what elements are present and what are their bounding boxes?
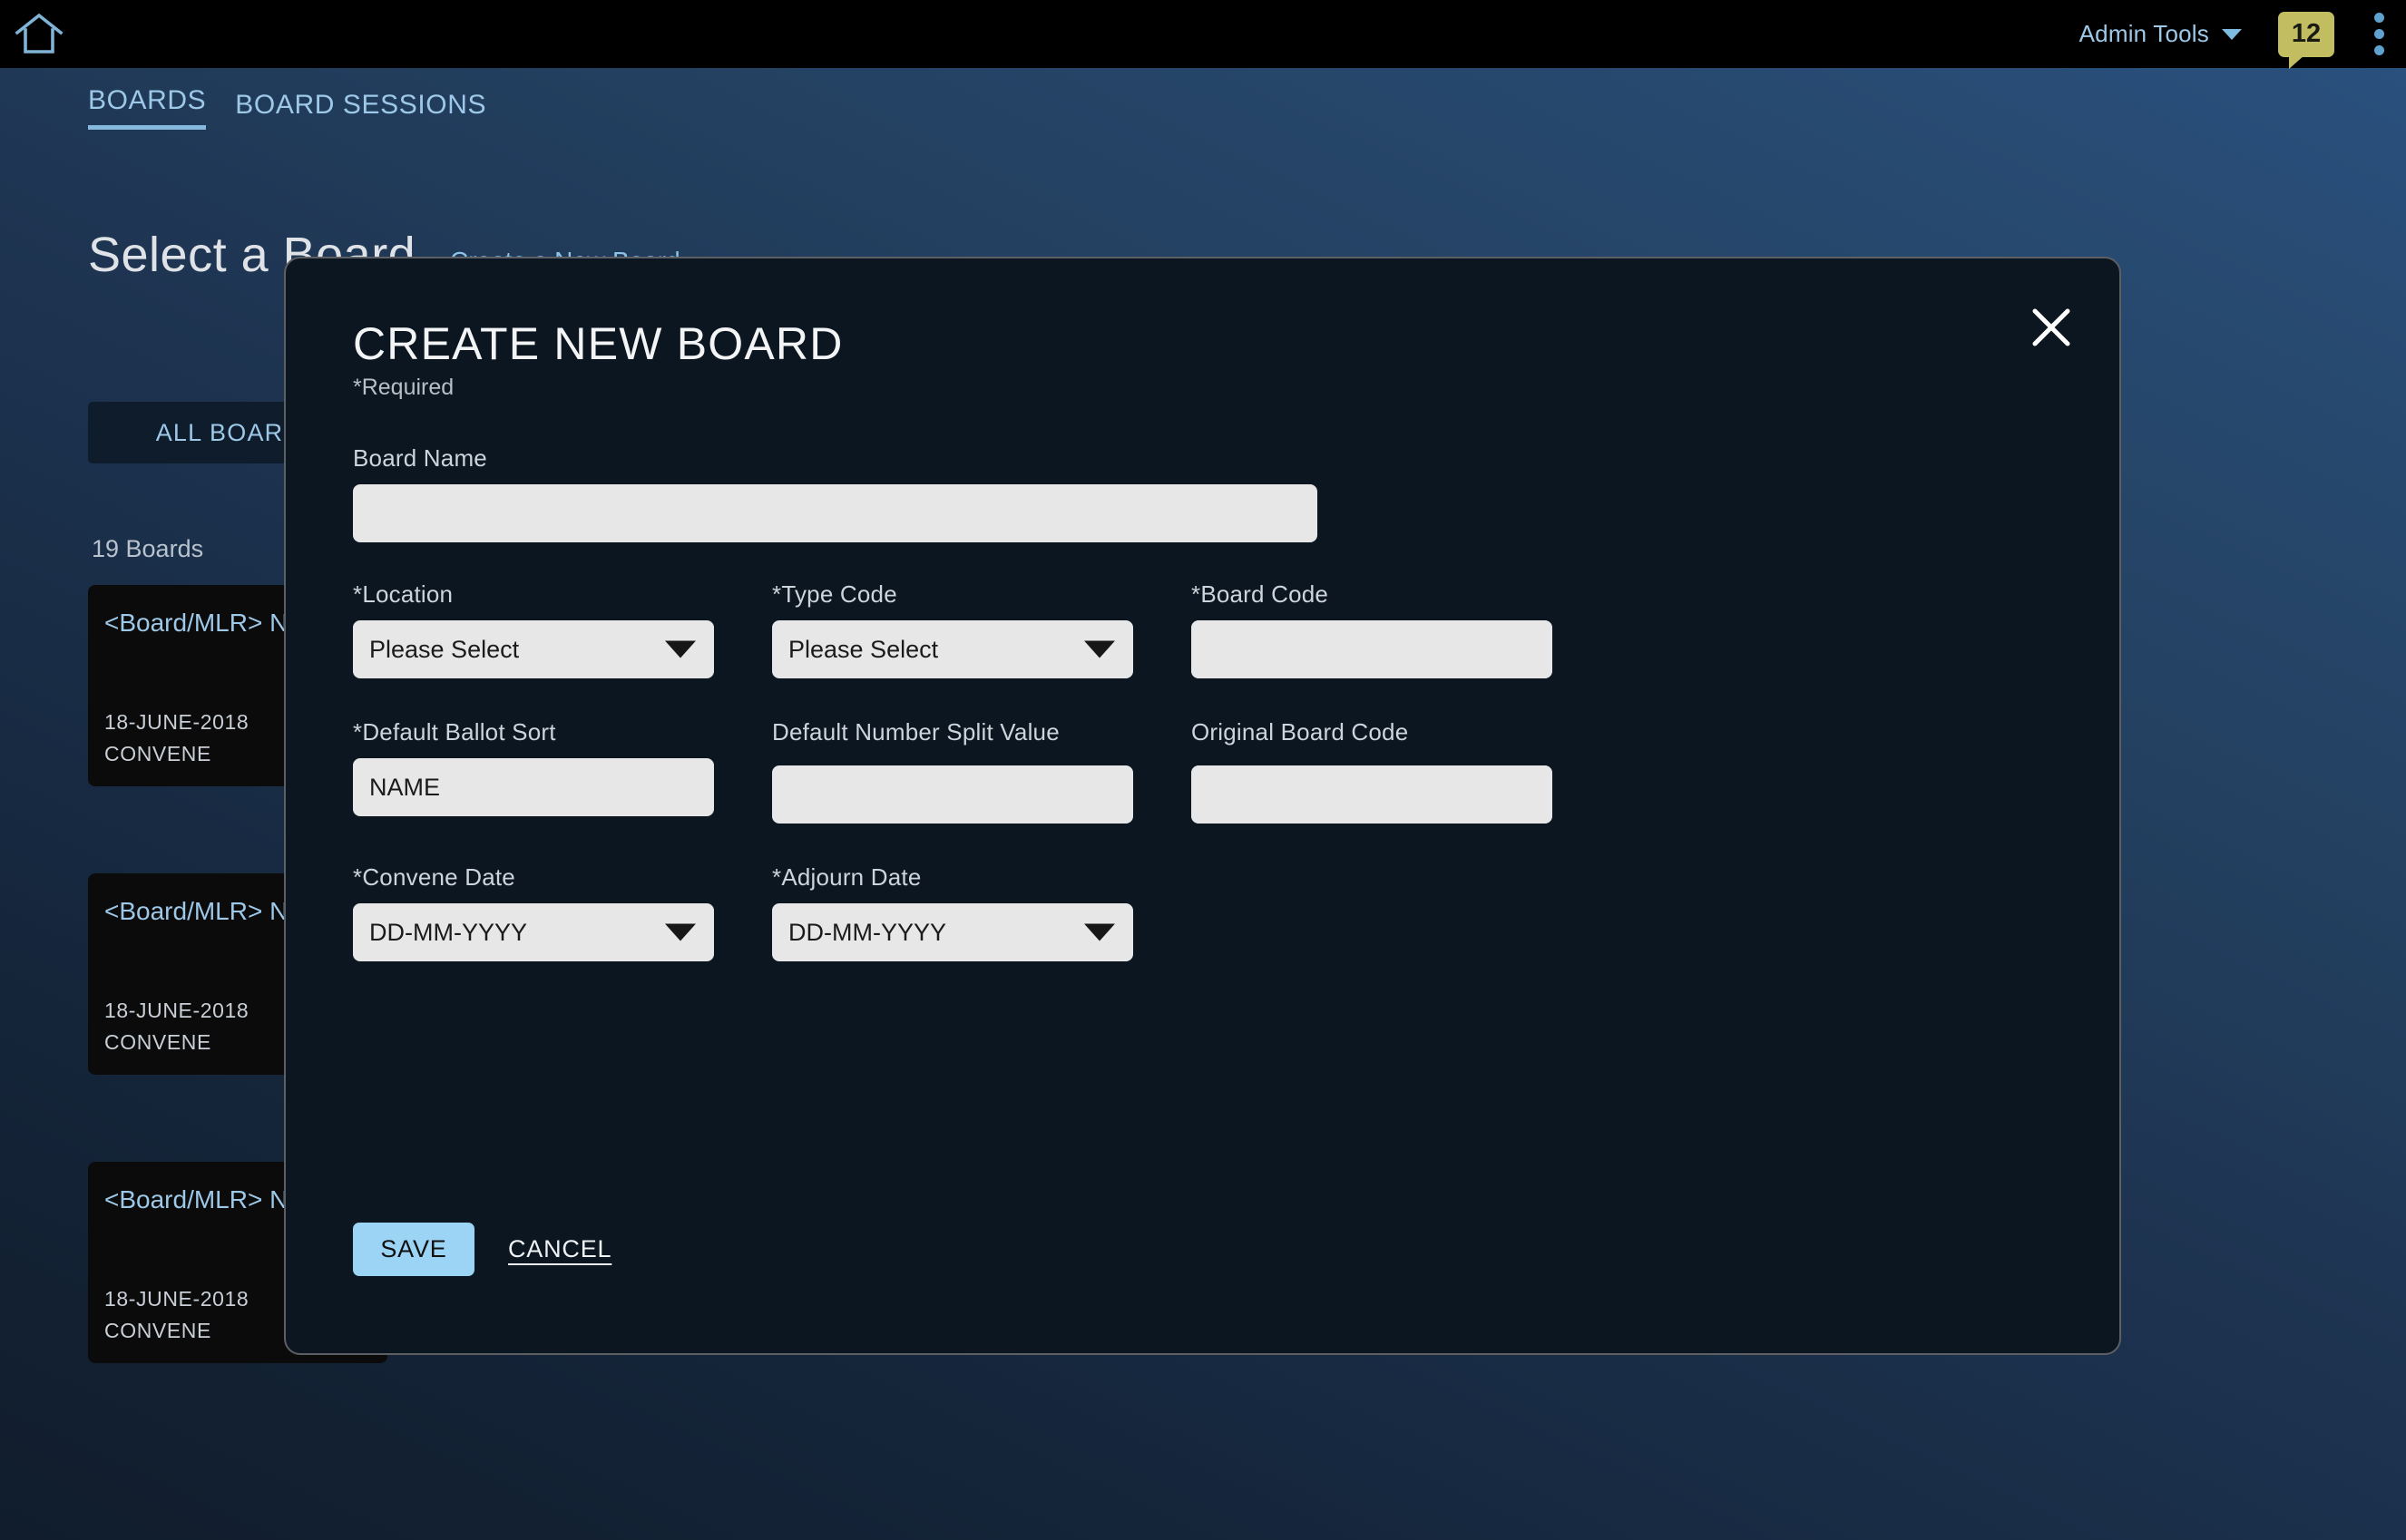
top-bar: Admin Tools 12 <box>0 0 2406 69</box>
convene-date-label: *Convene Date <box>353 863 515 891</box>
admin-tools-label: Admin Tools <box>2078 20 2209 47</box>
default-number-split-value-label: Default Number Split Value <box>772 718 1060 746</box>
tab-boards[interactable]: BOARDS <box>88 87 207 130</box>
board-name-label: Board Name <box>353 444 487 472</box>
form-row-board-name: Board Name <box>353 444 2065 542</box>
chevron-down-icon <box>1084 923 1115 941</box>
board-card-footer: 18-JUNE-2018 CONVENE <box>104 999 249 1055</box>
board-card-date: 18-JUNE-2018 <box>104 1287 249 1311</box>
form-row-dates: *Convene Date DD-MM-YYYY *Adjourn Date D… <box>353 863 2065 961</box>
field-default-ballot-sort: *Default Ballot Sort <box>353 718 714 824</box>
convene-date-select[interactable]: DD-MM-YYYY <box>353 903 714 961</box>
type-code-label: *Type Code <box>772 580 897 608</box>
location-select[interactable]: Please Select <box>353 620 714 678</box>
required-note: *Required <box>353 375 455 400</box>
board-card-date: 18-JUNE-2018 <box>104 710 249 734</box>
default-ballot-sort-input[interactable] <box>353 758 714 816</box>
type-code-value: Please Select <box>788 635 939 663</box>
cancel-button[interactable]: CANCEL <box>508 1230 611 1269</box>
location-label: *Location <box>353 580 454 608</box>
field-type-code: *Type Code Please Select <box>772 580 1133 678</box>
app-root: Admin Tools 12 BOARDS BOARD SESSIONS Sel… <box>0 0 2406 1540</box>
field-default-number-split-value: Default Number Split Value <box>772 718 1133 824</box>
board-card-status: CONVENE <box>104 1030 211 1054</box>
board-code-input[interactable] <box>1191 620 1552 678</box>
board-name-input[interactable] <box>353 484 1317 542</box>
board-card-status: CONVENE <box>104 742 211 765</box>
board-code-label: *Board Code <box>1191 580 1329 608</box>
default-ballot-sort-label: *Default Ballot Sort <box>353 718 556 746</box>
home-icon[interactable] <box>11 9 67 60</box>
more-vertical-icon[interactable] <box>2365 7 2393 61</box>
nav-tabs: BOARDS BOARD SESSIONS <box>88 87 486 130</box>
adjourn-date-value: DD-MM-YYYY <box>788 918 946 946</box>
chevron-down-icon <box>1084 640 1115 658</box>
board-card-footer: 18-JUNE-2018 CONVENE <box>104 710 249 766</box>
modal-title: CREATE NEW BOARD <box>353 318 844 369</box>
field-original-board-code: Original Board Code <box>1191 718 1552 824</box>
boards-count-label: 19 Boards <box>92 535 204 562</box>
field-adjourn-date: *Adjourn Date DD-MM-YYYY <box>772 863 1133 961</box>
field-board-code: *Board Code <box>1191 580 1552 678</box>
adjourn-date-select[interactable]: DD-MM-YYYY <box>772 903 1133 961</box>
form-row-defaults: *Default Ballot Sort Default Number Spli… <box>353 718 2065 824</box>
field-convene-date: *Convene Date DD-MM-YYYY <box>353 863 714 961</box>
notification-badge[interactable]: 12 <box>2278 11 2334 69</box>
chevron-down-icon <box>665 640 696 658</box>
home-glyph <box>15 13 64 54</box>
top-bar-actions: Admin Tools 12 <box>2076 0 2406 69</box>
board-card-status: CONVENE <box>104 1319 211 1342</box>
convene-date-value: DD-MM-YYYY <box>369 918 527 946</box>
field-location: *Location Please Select <box>353 580 714 678</box>
board-card-footer: 18-JUNE-2018 CONVENE <box>104 1287 249 1343</box>
tab-board-sessions[interactable]: BOARD SESSIONS <box>235 92 486 130</box>
adjourn-date-label: *Adjourn Date <box>772 863 922 891</box>
close-glyph <box>2032 308 2070 346</box>
create-board-form: Board Name *Location Please Select *Type… <box>353 444 2065 961</box>
original-board-code-label: Original Board Code <box>1191 718 1409 746</box>
modal-actions: SAVE CANCEL <box>353 1223 611 1276</box>
chevron-down-icon <box>2222 28 2242 40</box>
notification-count: 12 <box>2291 19 2322 48</box>
create-new-board-modal: CREATE NEW BOARD *Required Board Name *L… <box>284 257 2121 1355</box>
chevron-down-icon <box>665 923 696 941</box>
location-value: Please Select <box>369 635 520 663</box>
default-number-split-value-input[interactable] <box>772 765 1133 824</box>
close-icon[interactable] <box>2022 298 2080 356</box>
form-row-codes: *Location Please Select *Type Code Pleas… <box>353 580 2065 678</box>
admin-tools-menu[interactable]: Admin Tools <box>2076 15 2245 54</box>
original-board-code-input[interactable] <box>1191 765 1552 824</box>
type-code-select[interactable]: Please Select <box>772 620 1133 678</box>
field-board-name: Board Name <box>353 444 1317 542</box>
board-card-date: 18-JUNE-2018 <box>104 999 249 1022</box>
save-button[interactable]: SAVE <box>353 1223 474 1276</box>
